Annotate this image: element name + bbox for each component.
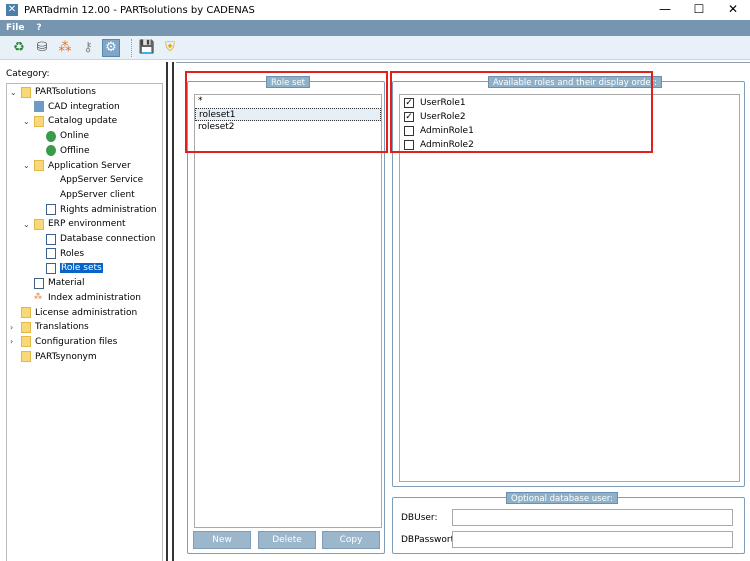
tree-icon[interactable]: ⁂ bbox=[56, 39, 74, 57]
tree-item[interactable]: ⌄ ERP environment bbox=[23, 217, 126, 231]
menu-help[interactable]: ? bbox=[36, 23, 41, 33]
tree-item[interactable]: Roles bbox=[46, 247, 84, 261]
delete-button[interactable]: Delete bbox=[258, 531, 316, 549]
folder-icon bbox=[21, 351, 31, 363]
collapse-toggle[interactable]: ⌄ bbox=[23, 161, 30, 170]
tree-item[interactable]: › Translations bbox=[10, 320, 89, 334]
doc-icon bbox=[34, 277, 44, 289]
shield-icon[interactable]: ⛨ bbox=[161, 39, 179, 57]
tree-item[interactable]: Rights administration bbox=[46, 203, 157, 217]
dbuser-input[interactable] bbox=[452, 509, 733, 526]
dbpassword-label: DBPasswort: bbox=[401, 535, 458, 545]
dbuser-label: DBUser: bbox=[401, 513, 438, 523]
collapse-toggle[interactable]: ⌄ bbox=[23, 220, 30, 229]
folder-icon bbox=[21, 86, 31, 98]
tree-item-label: Rights administration bbox=[60, 204, 157, 215]
folder-icon bbox=[21, 321, 31, 333]
tree-item-label: Roles bbox=[60, 248, 85, 259]
save-icon[interactable]: 💾 bbox=[138, 39, 156, 57]
server-icon bbox=[46, 175, 56, 186]
collapse-toggle[interactable]: ⌄ bbox=[23, 117, 30, 126]
toolbar-separator bbox=[131, 38, 132, 57]
sync-icon[interactable]: ♻ bbox=[10, 39, 28, 57]
tree-item[interactable]: ⌄ Application Server bbox=[23, 159, 131, 173]
new-button[interactable]: New bbox=[193, 531, 251, 549]
tree-item-label: Material bbox=[48, 278, 85, 289]
roleset-list[interactable]: * roleset1 roleset2 bbox=[194, 94, 382, 528]
tree-item[interactable]: ⌄ Catalog update bbox=[23, 114, 118, 128]
tree-item[interactable]: Online bbox=[46, 129, 89, 143]
doc-icon bbox=[46, 233, 56, 245]
tree-item-label: Translations bbox=[35, 322, 89, 333]
tree-item-label: Offline bbox=[60, 145, 90, 156]
dbpassword-input[interactable] bbox=[452, 531, 733, 548]
tree-icon: ⁂ bbox=[34, 292, 42, 302]
tree-item[interactable]: AppServer client bbox=[46, 188, 135, 202]
doc-icon bbox=[46, 262, 56, 274]
doc-icon bbox=[46, 248, 56, 260]
tree-item-label: Database connection bbox=[60, 234, 156, 244]
tree-item-label: AppServer Service bbox=[60, 175, 144, 186]
toolbar: ♻ ⛁ ⁂ ⚷ ⚙ 💾 ⛨ bbox=[0, 36, 750, 60]
gear-icon bbox=[34, 101, 44, 113]
globe-icon bbox=[46, 145, 56, 157]
doc-icon bbox=[46, 204, 56, 216]
dbuser-legend: Optional database user: bbox=[506, 492, 619, 504]
tree-item-label: Index administration bbox=[48, 292, 142, 303]
tree-item[interactable]: Material bbox=[34, 276, 85, 290]
folder-icon bbox=[34, 115, 44, 127]
tree-item[interactable]: AppServer Service bbox=[46, 173, 143, 187]
dbuser-group: Optional database user: DBUser: DBPasswo… bbox=[392, 492, 745, 554]
tree-item-label: Role sets bbox=[60, 263, 103, 274]
expand-toggle[interactable]: › bbox=[10, 337, 13, 346]
collapse-toggle[interactable]: ⌄ bbox=[10, 88, 17, 97]
tree-item[interactable]: Database connection bbox=[46, 232, 155, 246]
expand-toggle[interactable]: › bbox=[10, 323, 13, 332]
tree-item[interactable]: ⁂ Index administration bbox=[34, 291, 141, 305]
tree-item[interactable]: ⌄ PARTsolutions bbox=[10, 85, 96, 99]
menu-bar: File ? bbox=[0, 20, 750, 36]
app-icon: ✕ bbox=[6, 4, 18, 16]
tree-item-label: CAD integration bbox=[48, 101, 120, 112]
server-icon bbox=[46, 189, 56, 200]
tree-item[interactable]: License administration bbox=[21, 306, 137, 320]
tree-item-label: AppServer client bbox=[60, 189, 135, 200]
tree-item-label: License administration bbox=[35, 307, 138, 318]
folder-icon bbox=[21, 307, 31, 318]
tree-item[interactable]: PARTsynonym bbox=[21, 350, 97, 364]
tree-item-label: Catalog update bbox=[48, 116, 118, 127]
minimize-button[interactable]: — bbox=[648, 0, 682, 20]
folder-icon bbox=[34, 218, 44, 230]
tree-item[interactable]: CAD integration bbox=[34, 100, 120, 114]
maximize-button[interactable]: ☐ bbox=[682, 0, 716, 20]
window-title: PARTadmin 12.00 - PARTsolutions by CADEN… bbox=[24, 4, 255, 16]
folder-icon bbox=[34, 160, 44, 171]
menu-file[interactable]: File bbox=[6, 23, 24, 33]
tree-item[interactable]: Role sets bbox=[46, 261, 103, 275]
tree-item-label: Configuration files bbox=[35, 336, 118, 347]
tree-item[interactable]: › Configuration files bbox=[10, 335, 118, 349]
title-bar: ✕ PARTadmin 12.00 - PARTsolutions by CAD… bbox=[0, 0, 750, 20]
keys-icon[interactable]: ⚷ bbox=[79, 39, 97, 57]
tree-item[interactable]: Offline bbox=[46, 144, 90, 158]
server-icon[interactable]: ⛁ bbox=[33, 39, 51, 57]
highlight-box-roleset bbox=[185, 71, 388, 153]
gear-icon[interactable]: ⚙ bbox=[102, 38, 120, 57]
category-label: Category: bbox=[6, 69, 50, 79]
tree-item-label: ERP environment bbox=[48, 219, 126, 230]
folder-icon bbox=[21, 336, 31, 348]
tree-item-label: PARTsolutions bbox=[35, 87, 96, 97]
close-button[interactable]: ✕ bbox=[716, 0, 750, 20]
splitter[interactable] bbox=[166, 62, 174, 561]
copy-button[interactable]: Copy bbox=[322, 531, 380, 549]
tree-item-label: Application Server bbox=[48, 160, 131, 171]
category-tree[interactable]: ⌄ PARTsolutions CAD integration ⌄ Catalog up… bbox=[6, 83, 163, 561]
globe-icon bbox=[46, 130, 56, 142]
tree-item-label: PARTsynonym bbox=[35, 351, 97, 362]
tree-item-label: Online bbox=[60, 131, 90, 142]
highlight-box-roles bbox=[390, 71, 653, 153]
